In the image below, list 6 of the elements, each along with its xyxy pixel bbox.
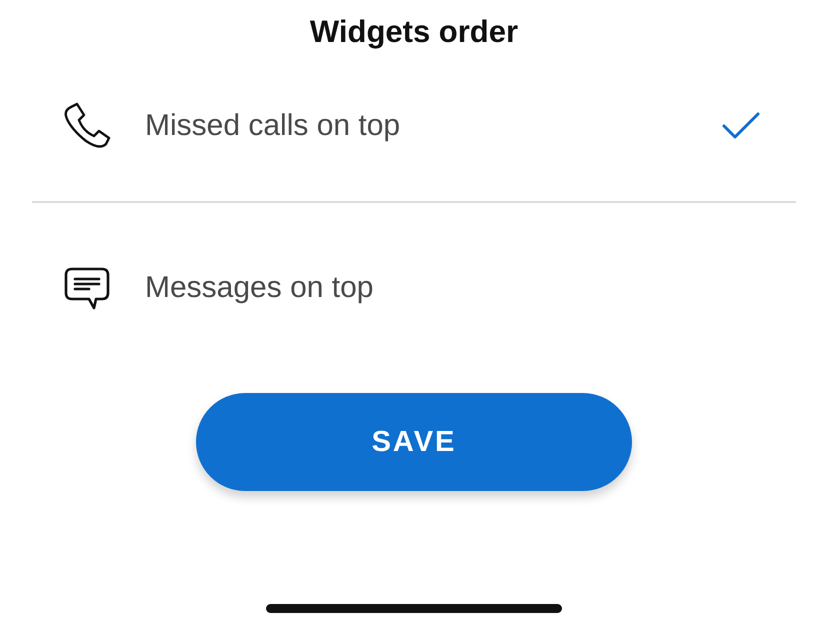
option-row[interactable]: Missed calls on top [32, 50, 796, 201]
save-button[interactable]: SAVE [196, 393, 632, 491]
option-row[interactable]: Messages on top [32, 201, 796, 373]
screen-title: Widgets order [308, 13, 520, 50]
phone-icon [62, 100, 112, 150]
home-indicator[interactable] [266, 604, 562, 613]
